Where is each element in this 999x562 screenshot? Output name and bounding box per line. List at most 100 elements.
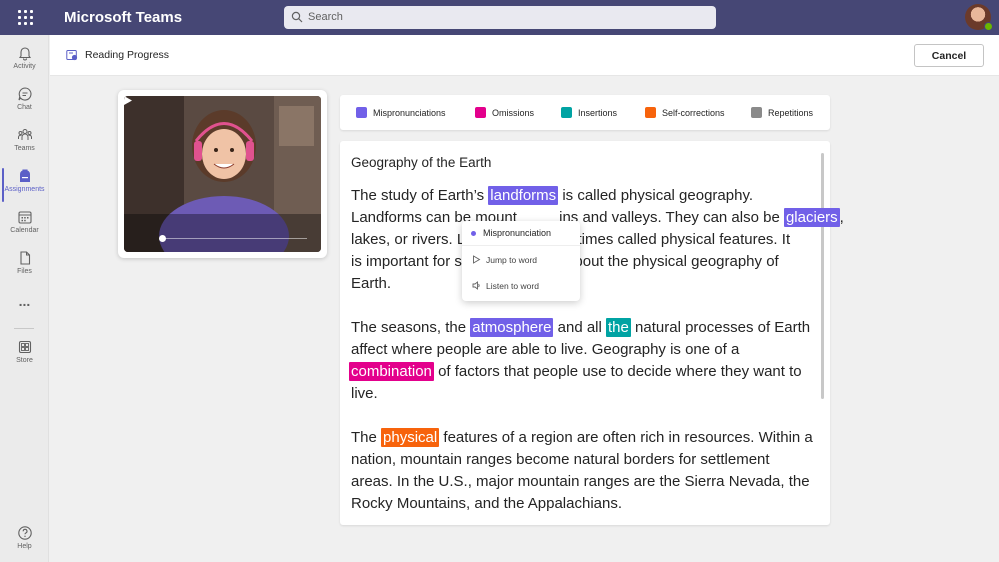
presence-available-icon xyxy=(984,22,993,31)
legend-label: Self-corrections xyxy=(662,107,725,118)
app-rail: Activity Chat Teams Assignments Calendar… xyxy=(0,35,49,562)
page-title: Reading Progress xyxy=(85,49,170,61)
play-outline-icon xyxy=(473,255,481,264)
text-run: ins and valleys. They can also be xyxy=(559,209,780,226)
student-video[interactable] xyxy=(124,96,321,252)
rail-item-calendar[interactable]: Calendar xyxy=(0,209,49,247)
bell-icon xyxy=(18,47,31,61)
legend-label: Insertions xyxy=(578,107,618,118)
rail-label: Assignments xyxy=(4,186,45,193)
rail-divider xyxy=(14,328,34,329)
rail-label: Store xyxy=(16,357,33,364)
cancel-button[interactable]: Cancel xyxy=(914,44,984,67)
text-run: and all xyxy=(557,319,602,336)
menu-header: Mispronunciation xyxy=(462,221,580,246)
chat-icon xyxy=(17,87,31,101)
app-title: Microsoft Teams xyxy=(64,9,183,26)
jump-to-word-item[interactable]: Jump to word xyxy=(462,247,580,273)
help-icon xyxy=(17,526,32,540)
reading-progress-icon xyxy=(66,50,78,61)
text-run: natural processes of Earth xyxy=(635,319,811,336)
search-box[interactable]: Search xyxy=(284,6,716,29)
backpack-icon xyxy=(19,169,30,182)
mispronunciation-dot-icon xyxy=(471,231,476,236)
rail-label: Calendar xyxy=(10,227,39,234)
text-run: The study of Earth’s xyxy=(351,187,485,204)
passage-line: The physical features of a region are of… xyxy=(351,427,813,449)
reading-passage: Geography of the Earth The study of Eart… xyxy=(340,141,844,525)
search-placeholder: Search xyxy=(308,11,343,23)
rail-item-chat[interactable]: Chat xyxy=(0,86,49,124)
text-run: netimes called physical features. It xyxy=(560,231,791,248)
menu-header-label: Mispronunciation xyxy=(483,228,552,238)
highlight-mispronunciation[interactable]: glaciers xyxy=(783,208,840,227)
passage-line: areas. In the U.S., major mountain range… xyxy=(351,473,810,490)
rail-item-assignments[interactable]: Assignments xyxy=(0,168,49,206)
text-run: features of a region are often rich in r… xyxy=(443,429,813,446)
text-run: The xyxy=(351,429,377,446)
highlight-self-correction[interactable]: physical xyxy=(381,428,440,447)
rail-item-help[interactable]: Help xyxy=(0,525,49,562)
speaker-icon xyxy=(472,281,480,290)
passage-line: affect where people are able to live. Ge… xyxy=(351,341,740,358)
passage-line: nation, mountain ranges become natural b… xyxy=(351,451,770,468)
passage-line: combination of factors that people use t… xyxy=(349,361,802,383)
text-run: is called physical geography. xyxy=(562,187,753,204)
passage-title: Geography of the Earth xyxy=(351,155,492,170)
legend-swatch xyxy=(645,107,656,118)
more-apps-button[interactable]: ... xyxy=(0,294,49,311)
app-launcher-icon[interactable] xyxy=(18,10,33,25)
passage-line: Landforms can be mount ins and valleys. … xyxy=(351,207,844,229)
menu-item-label: Listen to word xyxy=(486,281,539,291)
video-card xyxy=(118,90,327,258)
legend-label: Repetitions xyxy=(768,107,814,118)
legend-label: Mispronunciations xyxy=(373,107,446,118)
passage-line: The study of Earth’s landforms is called… xyxy=(351,185,753,207)
passage-line: Earth. xyxy=(351,275,392,292)
legend-item-insertions: Insertions xyxy=(561,107,617,118)
store-icon xyxy=(18,340,31,354)
rail-item-activity[interactable]: Activity xyxy=(0,45,49,83)
video-frame-image xyxy=(124,96,321,252)
legend-item-mispronunciations: Mispronunciations xyxy=(356,107,446,118)
rail-label: Help xyxy=(17,543,32,550)
text-run: of factors that people use to decide whe… xyxy=(438,363,802,380)
teams-icon xyxy=(17,129,32,140)
legend-item-repetitions: Repetitions xyxy=(751,107,813,118)
legend-swatch xyxy=(475,107,486,118)
rail-item-files[interactable]: Files xyxy=(0,250,49,288)
rail-label: Files xyxy=(17,268,32,275)
page-header: Reading Progress Cancel xyxy=(50,35,999,76)
legend-item-omissions: Omissions xyxy=(475,107,534,118)
top-bar: Microsoft Teams Search xyxy=(0,0,999,35)
highlight-omission[interactable]: combination xyxy=(349,362,434,381)
highlight-insertion[interactable]: the xyxy=(606,318,631,337)
rail-label: Teams xyxy=(14,145,35,152)
rail-item-teams[interactable]: Teams xyxy=(0,127,49,165)
passage-line: The seasons, the atmosphere and all the … xyxy=(351,317,810,339)
calendar-icon xyxy=(17,211,32,224)
highlight-mispronunciation[interactable]: atmosphere xyxy=(470,318,554,337)
search-icon xyxy=(291,11,303,23)
legend-swatch xyxy=(356,107,367,118)
passage-line: Rocky Mountains, and the Appalachians. xyxy=(351,495,623,512)
video-progress-handle[interactable] xyxy=(159,235,166,242)
scrollbar[interactable] xyxy=(821,153,824,399)
menu-item-label: Jump to word xyxy=(486,255,538,265)
text-run: is important for s xyxy=(351,253,462,270)
file-icon xyxy=(19,251,30,265)
rail-item-store[interactable]: Store xyxy=(0,339,49,377)
text-run: lakes, or rivers. L xyxy=(351,231,465,248)
legend-label: Omissions xyxy=(492,107,535,118)
word-context-menu: Mispronunciation Jump to word Listen to … xyxy=(462,221,580,301)
error-legend: Mispronunciations Omissions Insertions S… xyxy=(340,95,830,130)
legend-swatch xyxy=(751,107,762,118)
play-icon[interactable] xyxy=(124,96,132,105)
highlight-mispronunciation[interactable]: landforms xyxy=(488,186,559,205)
listen-to-word-item[interactable]: Listen to word xyxy=(462,273,580,299)
passage-line: live. xyxy=(351,385,378,402)
rail-label: Activity xyxy=(13,63,36,70)
legend-item-self-corrections: Self-corrections xyxy=(645,107,725,118)
video-progress-track[interactable] xyxy=(162,238,307,239)
text-run: about the physical geography of xyxy=(566,253,779,270)
